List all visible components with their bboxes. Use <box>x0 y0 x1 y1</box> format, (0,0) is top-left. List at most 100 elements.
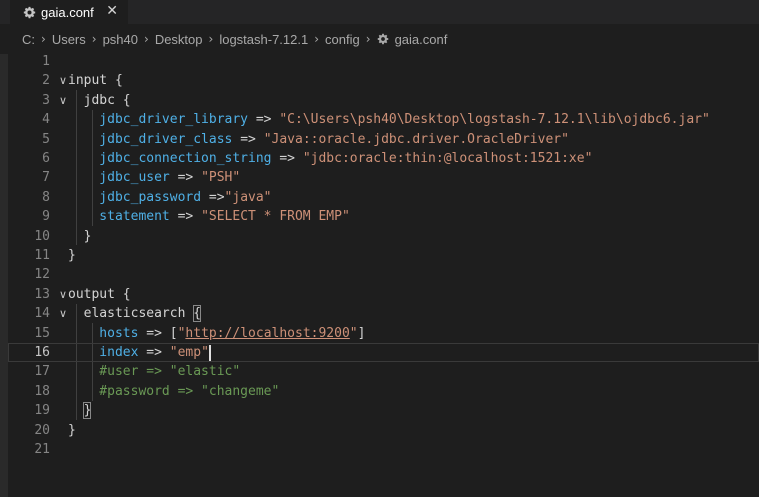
bracket-match-highlight <box>83 402 91 420</box>
line-number: 5 <box>42 131 50 147</box>
code-line[interactable]: 12 <box>8 265 759 284</box>
code-text: jdbc_driver_class => "Java::oracle.jdbc.… <box>68 130 569 149</box>
tab-bar: gaia.conf ✕ <box>0 0 759 24</box>
fold-chevron-icon[interactable]: ∨ <box>59 285 67 304</box>
code-token: "jdbc:oracle:thin:@localhost:1521:xe" <box>302 151 593 166</box>
code-token: jdbc_driver_library <box>68 112 249 128</box>
code-token: #password => "changeme" <box>68 383 280 399</box>
code-token: elasticsearch { <box>68 306 202 322</box>
code-line[interactable]: 2 ∨ input { <box>8 71 759 90</box>
code-line[interactable]: 6 jdbc_connection_string => "jdbc:oracle… <box>8 149 759 168</box>
code-line[interactable]: 1 <box>8 52 759 71</box>
code-text: #password => "changeme" <box>68 382 279 401</box>
code-line[interactable]: 10 } <box>8 227 759 246</box>
code-editor[interactable]: 1 2 ∨ input {3 ∨ jdbc {4 jdbc_driver_library… <box>8 52 759 497</box>
code-token: statement <box>68 209 170 225</box>
line-number: 10 <box>34 228 50 244</box>
line-number: 2 <box>42 73 50 89</box>
code-line[interactable]: 3 ∨ jdbc { <box>8 91 759 110</box>
text-cursor <box>209 345 211 361</box>
code-token: => <box>138 325 170 341</box>
code-token: " <box>349 325 358 341</box>
code-text: jdbc_user => "PSH" <box>68 168 240 187</box>
line-number: 18 <box>34 383 50 399</box>
code-line[interactable]: 4 jdbc_driver_library => "C:\Users\psh40… <box>8 110 759 129</box>
breadcrumb-item-psh40[interactable]: psh40 <box>103 32 138 47</box>
fold-chevron-icon[interactable]: ∨ <box>59 91 67 110</box>
code-token: => <box>271 151 303 166</box>
code-token: => <box>169 209 202 225</box>
code-text: } <box>68 421 76 440</box>
breadcrumb-item-desktop[interactable]: Desktop <box>155 32 203 47</box>
code-token: => <box>248 112 280 128</box>
code-text: index => "emp" <box>68 343 209 362</box>
line-number: 21 <box>34 442 50 457</box>
code-line[interactable]: 13 ∨ output { <box>8 285 759 304</box>
code-line[interactable]: 5 jdbc_driver_class => "Java::oracle.jdb… <box>8 130 759 149</box>
code-line[interactable]: 17 #user => "elastic" <box>8 362 759 381</box>
gear-icon <box>22 5 36 19</box>
code-text: jdbc_driver_library => "C:\Users\psh40\D… <box>68 110 710 129</box>
code-token: jdbc_connection_string <box>68 151 272 166</box>
line-number: 7 <box>42 170 50 186</box>
code-line[interactable]: 21 <box>8 440 759 459</box>
line-number: 13 <box>34 286 50 302</box>
chevron-right-icon: › <box>91 32 97 46</box>
breadcrumb-item-users[interactable]: Users <box>52 32 86 47</box>
code-line[interactable]: 11} <box>8 246 759 265</box>
line-number: 19 <box>34 403 50 419</box>
close-icon[interactable]: ✕ <box>106 3 118 19</box>
code-line[interactable]: 7 jdbc_user => "PSH" <box>8 168 759 187</box>
code-text: output { <box>68 285 131 304</box>
code-token: "SELECT * FROM EMP" <box>201 209 350 225</box>
chevron-right-icon: › <box>314 32 320 46</box>
code-line[interactable]: 14 ∨ elasticsearch { <box>8 304 759 323</box>
code-token: "Java::oracle.jdbc.driver.OracleDriver" <box>263 131 569 147</box>
code-text: hosts => ["http://localhost:9200"] <box>68 324 365 343</box>
fold-chevron-icon[interactable]: ∨ <box>59 71 67 90</box>
breadcrumb-item-logstash[interactable]: logstash-7.12.1 <box>219 32 308 47</box>
line-number: 16 <box>34 345 50 360</box>
gear-icon <box>377 33 390 46</box>
code-line[interactable]: 20} <box>8 421 759 440</box>
breadcrumb-item-drive[interactable]: C: <box>22 32 35 47</box>
code-token: } <box>68 422 76 438</box>
code-token: #user => "elastic" <box>68 364 241 380</box>
code-token: => <box>201 189 225 205</box>
line-number: 8 <box>42 189 50 205</box>
line-number: 15 <box>34 325 50 341</box>
code-token: [ <box>169 325 178 341</box>
code-token: => <box>138 345 170 360</box>
code-text: jdbc { <box>68 91 131 110</box>
code-text: jdbc_password =>"java" <box>68 188 272 207</box>
code-token: } <box>68 248 76 263</box>
code-token: jdbc { <box>68 92 131 108</box>
line-number: 20 <box>34 422 50 438</box>
code-line[interactable]: 18 #password => "changeme" <box>8 382 759 401</box>
code-text: } <box>68 227 92 246</box>
line-number: 12 <box>34 267 50 283</box>
tab-label: gaia.conf <box>41 4 94 20</box>
breadcrumb-item-file[interactable]: gaia.conf <box>377 31 448 47</box>
code-line[interactable]: 16 index => "emp" <box>8 343 759 363</box>
code-token: jdbc_password <box>68 189 202 205</box>
line-number: 17 <box>34 364 50 380</box>
chevron-right-icon: › <box>41 32 46 46</box>
code-token: jdbc_driver_class <box>68 131 233 147</box>
bracket-match-highlight <box>193 305 201 323</box>
code-token: "C:\Users\psh40\Desktop\logstash-7.12.1\… <box>279 112 710 128</box>
code-line[interactable]: 19 } <box>8 401 759 420</box>
code-line[interactable]: 15 hosts => ["http://localhost:9200"] <box>8 324 759 343</box>
activity-strip <box>0 54 8 497</box>
code-token: "java" <box>224 189 272 205</box>
code-line[interactable]: 9 statement => "SELECT * FROM EMP" <box>8 207 759 226</box>
breadcrumb-file-label: gaia.conf <box>394 31 448 47</box>
breadcrumb-item-config[interactable]: config <box>325 32 360 47</box>
fold-chevron-icon[interactable]: ∨ <box>59 304 67 323</box>
code-token: => <box>232 131 264 147</box>
line-number: 1 <box>42 54 50 69</box>
line-number: 11 <box>34 248 50 263</box>
code-line[interactable]: 8 jdbc_password =>"java" <box>8 188 759 207</box>
tab-gaia-conf[interactable]: gaia.conf ✕ <box>10 0 128 24</box>
code-text: #user => "elastic" <box>68 362 240 381</box>
